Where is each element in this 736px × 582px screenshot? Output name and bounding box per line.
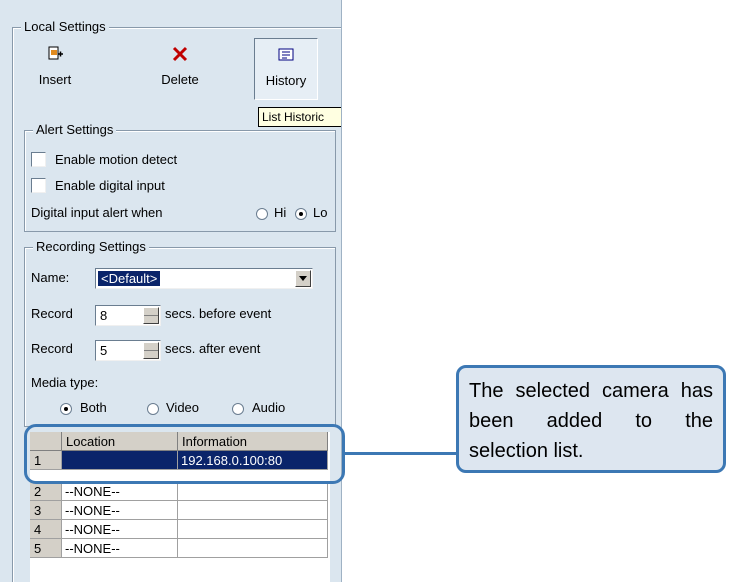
information-cell[interactable]	[178, 501, 328, 520]
alert-lo-radio[interactable]	[295, 208, 307, 220]
digital-input-label: Enable digital input	[55, 178, 165, 193]
location-cell[interactable]: --NONE--	[62, 520, 178, 539]
table-row[interactable]: 5 --NONE--	[30, 539, 330, 558]
media-video-radio[interactable]	[147, 403, 159, 415]
local-settings-panel: Local Settings Insert Delete History Ale…	[0, 0, 342, 582]
digital-input-checkbox[interactable]	[31, 178, 46, 193]
delete-label: Delete	[161, 72, 199, 87]
table-row[interactable]: 3 --NONE--	[30, 501, 330, 520]
callout-box: The selected camera has been added to th…	[456, 365, 726, 473]
alert-lo-label[interactable]: Lo	[313, 205, 327, 221]
table-row[interactable]: 2 --NONE--	[30, 482, 330, 501]
table-row[interactable]: 4 --NONE--	[30, 520, 330, 539]
recording-settings-title: Recording Settings	[33, 239, 149, 255]
name-label: Name:	[31, 270, 70, 285]
location-cell[interactable]: --NONE--	[62, 501, 178, 520]
spin-arrows-icon[interactable]	[143, 342, 159, 359]
record-after-value: 5	[100, 343, 108, 358]
history-button[interactable]: History	[254, 38, 318, 100]
media-both-radio[interactable]	[60, 403, 72, 415]
alert-hi-label[interactable]: Hi	[274, 205, 286, 221]
information-cell[interactable]	[178, 520, 328, 539]
callout-highlight-ring	[24, 424, 345, 484]
record-before-suffix: secs. before event	[165, 306, 272, 321]
location-cell[interactable]: --NONE--	[62, 539, 178, 558]
media-video-label[interactable]: Video	[166, 400, 199, 416]
delete-button[interactable]: Delete	[150, 38, 210, 98]
media-audio-label[interactable]: Audio	[252, 400, 285, 416]
local-settings-title: Local Settings	[21, 19, 109, 35]
callout-connector-line	[345, 452, 456, 455]
motion-detect-label: Enable motion detect	[55, 152, 178, 167]
callout-text: The selected camera has been added to th…	[469, 380, 713, 462]
record-before-spinner[interactable]: 8	[95, 305, 161, 326]
dropdown-arrow-icon[interactable]	[295, 270, 311, 287]
record-before-label: Record	[31, 306, 73, 321]
name-select[interactable]: <Default>	[95, 268, 313, 289]
media-both-label[interactable]: Both	[80, 400, 107, 416]
media-audio-radio[interactable]	[232, 403, 244, 415]
row-number: 5	[30, 539, 62, 558]
spin-arrows-icon[interactable]	[143, 307, 159, 324]
digital-input-alert-label: Digital input alert when	[31, 205, 163, 220]
media-type-label: Media type:	[31, 375, 99, 390]
name-select-value: <Default>	[98, 271, 161, 286]
location-cell[interactable]: --NONE--	[62, 482, 178, 501]
insert-camera-icon	[48, 46, 63, 60]
insert-button[interactable]: Insert	[30, 38, 80, 98]
history-list-icon	[278, 48, 294, 61]
alert-settings-title: Alert Settings	[33, 122, 117, 138]
record-before-value: 8	[100, 308, 108, 323]
alert-hi-radio[interactable]	[256, 208, 268, 220]
information-cell[interactable]	[178, 539, 328, 558]
record-after-suffix: secs. after event	[165, 341, 261, 356]
row-number: 3	[30, 501, 62, 520]
history-tooltip: List Historic	[258, 107, 341, 127]
record-after-label: Record	[31, 341, 73, 356]
delete-x-icon	[172, 46, 188, 62]
row-number: 4	[30, 520, 62, 539]
motion-detect-checkbox[interactable]	[31, 152, 46, 167]
insert-label: Insert	[38, 72, 72, 87]
history-label: History	[265, 73, 307, 88]
information-cell[interactable]	[178, 482, 328, 501]
record-after-spinner[interactable]: 5	[95, 340, 161, 361]
row-number: 2	[30, 482, 62, 501]
